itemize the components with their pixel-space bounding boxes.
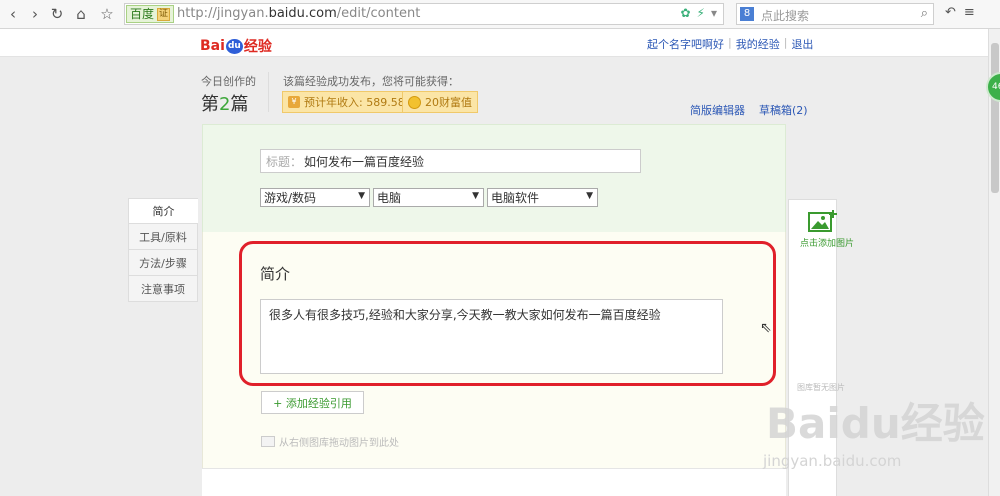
watermark-url: jingyan.baidu.com: [763, 452, 902, 470]
add-image-icon[interactable]: [808, 209, 838, 233]
today-number: 2: [219, 94, 231, 115]
tab-tools[interactable]: 工具/原料: [128, 224, 198, 250]
certificate-icon: 证: [157, 7, 171, 21]
separator: |: [728, 36, 732, 49]
category-select-3[interactable]: 电脑软件 ▼: [487, 188, 598, 207]
money-bag-icon: ¥: [288, 96, 300, 108]
category-select-1[interactable]: 游戏/数码 ▼: [260, 188, 370, 207]
favorite-star-icon[interactable]: ☆: [98, 5, 116, 23]
security-shield-icon[interactable]: ✿: [680, 6, 690, 20]
menu-icon[interactable]: ≡: [964, 5, 975, 20]
title-label: 标题：: [266, 154, 303, 169]
url-text[interactable]: http://jingyan.baidu.com/edit/content: [177, 6, 420, 21]
url-domain: baidu.com: [268, 6, 337, 21]
address-bar[interactable]: 百度 证 http://jingyan.baidu.com/edit/conte…: [124, 3, 724, 25]
site-badge[interactable]: 百度 证: [126, 5, 175, 23]
chevron-down-icon: ▼: [472, 191, 479, 201]
logo-paw-icon: du: [225, 38, 243, 54]
title-field[interactable]: 标题： 如何发布一篇百度经验: [260, 149, 641, 173]
category-select-2[interactable]: 电脑 ▼: [373, 188, 484, 207]
title-value: 如何发布一篇百度经验: [304, 154, 425, 169]
separator: |: [783, 36, 788, 49]
add-image-label[interactable]: 点击添加图片: [800, 236, 854, 249]
category-3-value: 电脑软件: [491, 191, 540, 205]
undo-icon[interactable]: ↶: [945, 5, 956, 20]
wealth-label: 20财富值: [425, 96, 472, 109]
chevron-down-icon: ▼: [358, 191, 365, 201]
baidu-jingyan-logo[interactable]: Bai du 经验: [200, 36, 272, 56]
simple-editor-link[interactable]: 简版编辑器: [690, 102, 745, 118]
search-placeholder: 点此搜索: [761, 9, 810, 23]
browser-toolbar: ‹ › ↻ ⌂ ☆ 百度 证 http://jingyan.baidu.com/…: [0, 0, 1000, 29]
today-count: 第2篇: [201, 90, 248, 116]
forward-icon[interactable]: ›: [26, 5, 44, 23]
income-badge: ¥ 预计年收入: 589.58: [282, 91, 411, 113]
toolbar-right: ↶ ≡: [945, 5, 975, 20]
back-icon[interactable]: ‹: [4, 5, 22, 23]
coin-icon: [408, 95, 421, 109]
today-suffix: 篇: [230, 94, 249, 115]
editor-footer: [202, 468, 786, 496]
mouse-cursor-icon: ⇖: [760, 320, 772, 336]
dropdown-icon[interactable]: ▾: [711, 6, 717, 20]
speed-mode-icon[interactable]: ⚡: [697, 6, 705, 20]
divider: [268, 72, 269, 112]
username-link[interactable]: 起个名字吧啊好: [647, 36, 724, 52]
logout-link[interactable]: 退出: [791, 36, 813, 52]
category-2-value: 电脑: [377, 191, 402, 205]
tab-steps[interactable]: 方法/步骤: [128, 250, 198, 276]
browser-search-box[interactable]: 8 点此搜索 ⌕: [736, 3, 934, 25]
tab-intro[interactable]: 简介: [128, 198, 198, 224]
logo-bai: Bai: [200, 38, 225, 54]
drag-hint-text: 从右侧图库拖动图片到此处: [279, 438, 399, 449]
drafts-link[interactable]: 草稿箱(2): [759, 102, 808, 118]
url-prefix: http://jingyan.: [177, 6, 269, 21]
add-reference-button[interactable]: + 添加经验引用: [261, 391, 364, 414]
gain-label: 该篇经验成功发布，您将可能获得：: [283, 75, 459, 88]
category-1-value: 游戏/数码: [264, 191, 317, 205]
baidu-watermark: Baidu经验: [766, 399, 985, 448]
header-links: 起个名字吧啊好 | 我的经验 | 退出: [647, 36, 813, 52]
site-badge-label: 百度: [130, 7, 155, 21]
chevron-down-icon: ▼: [586, 191, 593, 201]
editor-header-panel: [202, 124, 786, 232]
scrollbar-thumb[interactable]: [991, 43, 999, 193]
today-prefix: 第: [201, 94, 219, 115]
highlight-outline: [239, 241, 776, 386]
address-icons: ✿ ⚡ ▾: [680, 6, 717, 20]
search-icon[interactable]: ⌕: [921, 6, 928, 21]
my-jingyan-link[interactable]: 我的经验: [736, 36, 780, 52]
editor-links: 简版编辑器 草稿箱(2): [690, 102, 808, 118]
home-icon[interactable]: ⌂: [72, 5, 90, 23]
search-engine-icon[interactable]: 8: [740, 7, 754, 21]
site-header: Bai du 经验 起个名字吧啊好 | 我的经验 | 退出: [0, 29, 988, 57]
logo-jingyan: 经验: [243, 39, 272, 55]
wealth-badge: 20财富值: [402, 91, 478, 113]
drag-hint: 从右侧图库拖动图片到此处: [261, 434, 399, 449]
tab-notes[interactable]: 注意事项: [128, 276, 198, 302]
url-path: /edit/content: [336, 6, 421, 21]
today-label: 今日创作的: [201, 75, 256, 88]
image-icon: [261, 436, 275, 447]
income-label: 预计年收入: 589.58: [304, 96, 405, 109]
section-tabs: 简介 工具/原料 方法/步骤 注意事项: [128, 198, 198, 302]
reload-icon[interactable]: ↻: [48, 5, 66, 23]
